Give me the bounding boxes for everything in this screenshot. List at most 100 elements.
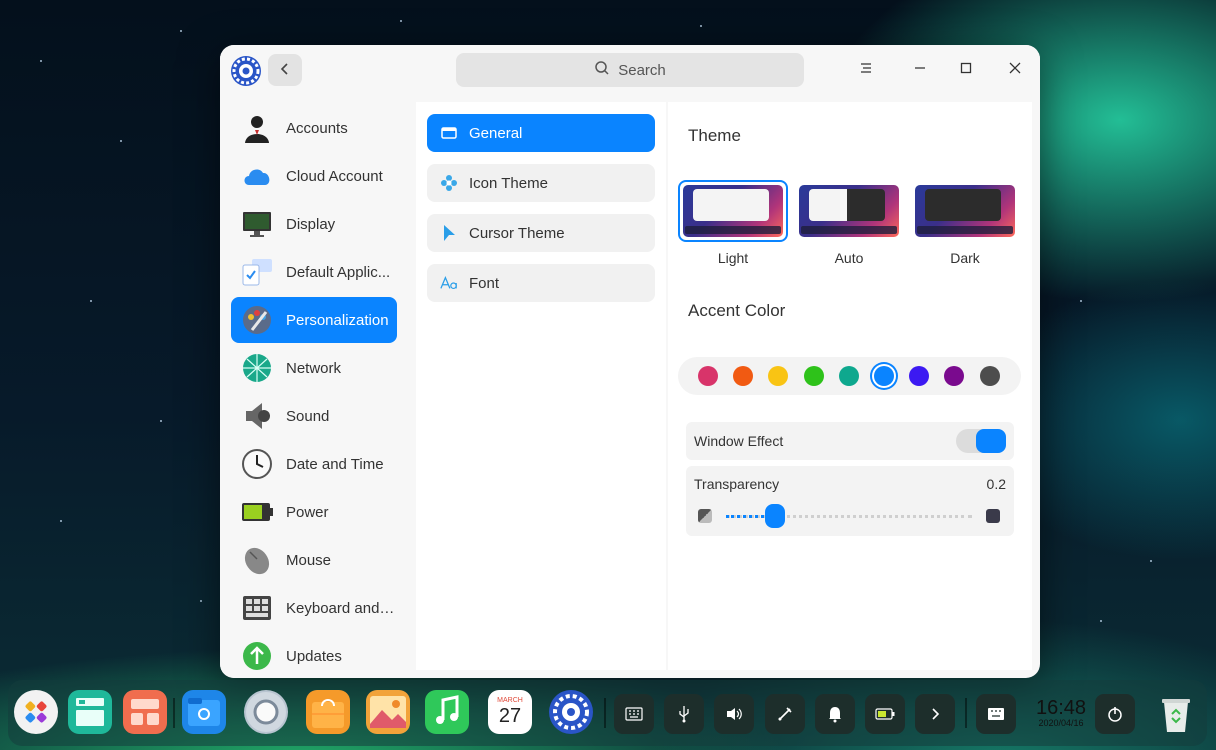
- expand-tray-button[interactable]: [915, 694, 955, 734]
- mouse-icon: [244, 547, 270, 575]
- sidebar-item-label: Power: [286, 503, 329, 521]
- sidebar-item-accounts[interactable]: Accounts: [231, 105, 397, 151]
- network-icon: [243, 354, 271, 382]
- accent-color-swatch[interactable]: [803, 366, 824, 386]
- battery-tray-button[interactable]: [865, 694, 905, 734]
- control-center-button[interactable]: [549, 690, 593, 734]
- browser-button[interactable]: [244, 690, 288, 734]
- sidebar-item-label: Cloud Account: [286, 167, 383, 185]
- input-method-icon: [988, 708, 1004, 720]
- power-button[interactable]: [1095, 694, 1135, 734]
- close-button[interactable]: [1002, 57, 1028, 83]
- onscreen-keyboard-button[interactable]: [614, 694, 654, 734]
- close-icon: [1008, 61, 1022, 80]
- app-store-button[interactable]: [306, 690, 350, 734]
- transparency-high-icon: [986, 509, 1000, 523]
- search-placeholder: Search: [618, 61, 666, 79]
- search-input[interactable]: Search: [456, 53, 804, 87]
- flower-icon: [440, 174, 458, 192]
- window-effect-label: Window Effect: [694, 433, 784, 449]
- theme-option-label: Dark: [950, 250, 980, 266]
- music-note-icon: [436, 695, 459, 724]
- accent-color-swatch[interactable]: [979, 366, 1000, 386]
- trash-icon: [1162, 699, 1190, 732]
- clock-date: 2020/04/16: [1038, 718, 1084, 728]
- accent-color-swatch[interactable]: [768, 366, 789, 386]
- clock-time: 16:48: [1035, 697, 1087, 719]
- tab-general[interactable]: General: [427, 114, 655, 152]
- display-icon: [243, 212, 271, 237]
- dock: MARCH 27 16:48 2020/04/16: [8, 680, 1207, 746]
- sidebar-item-cloud-account[interactable]: Cloud Account: [231, 153, 397, 199]
- calendar-button[interactable]: MARCH 27: [488, 690, 532, 734]
- file-manager-button[interactable]: [182, 690, 226, 734]
- dock-preview: [801, 226, 897, 234]
- menu-button[interactable]: [853, 57, 879, 83]
- accent-color-swatch[interactable]: [944, 366, 965, 386]
- maximize-icon: [959, 61, 973, 80]
- theme-option-light[interactable]: Light: [678, 180, 788, 266]
- wallpaper-preview: [683, 185, 783, 237]
- transparency-slider-handle[interactable]: [765, 504, 786, 528]
- title-bar: Search: [220, 45, 1040, 95]
- tab-font[interactable]: Font: [427, 264, 655, 302]
- theme-option-label: Auto: [834, 250, 864, 266]
- back-button[interactable]: [268, 54, 302, 86]
- sidebar-item-network[interactable]: Network: [231, 345, 397, 391]
- window-effect-toggle[interactable]: [956, 429, 1006, 453]
- sidebar-item-mouse[interactable]: Mouse: [231, 537, 397, 583]
- sidebar-item-keyboard[interactable]: Keyboard and ...: [231, 585, 397, 631]
- accent-color-swatch[interactable]: [909, 366, 930, 386]
- accent-color-swatch[interactable]: [838, 366, 859, 386]
- accent-color-section-title: Accent Color: [688, 301, 786, 320]
- transparency-label: Transparency: [694, 476, 780, 492]
- sidebar-item-display[interactable]: Display: [231, 201, 397, 247]
- keyboard-icon: [243, 596, 271, 620]
- accent-color-swatch[interactable]: [874, 366, 894, 386]
- sidebar-item-label: Personalization: [286, 311, 389, 329]
- power-icon: [1108, 707, 1122, 722]
- tab-icon-theme[interactable]: Icon Theme: [427, 164, 655, 202]
- theme-thumbnail: [794, 180, 904, 242]
- input-method-button[interactable]: [976, 694, 1016, 734]
- update-icon: [243, 642, 271, 670]
- usb-button[interactable]: [664, 694, 704, 734]
- sidebar-item-default-applications[interactable]: Default Applic...: [231, 249, 397, 295]
- tab-cursor-theme[interactable]: Cursor Theme: [427, 214, 655, 252]
- accounts-icon: [245, 116, 269, 143]
- theme-option-dark[interactable]: Dark: [910, 180, 1020, 266]
- sidebar-item-label: Keyboard and ...: [286, 599, 396, 617]
- clock-icon: [242, 449, 272, 479]
- sidebar-item-date-and-time[interactable]: Date and Time: [231, 441, 397, 487]
- photos-button[interactable]: [366, 690, 410, 734]
- sidebar-item-personalization[interactable]: Personalization: [231, 297, 397, 343]
- window-effect-row: Window Effect: [686, 422, 1014, 460]
- theme-option-auto[interactable]: Auto: [794, 180, 904, 266]
- auto-window-preview: [809, 189, 885, 221]
- workspace-button[interactable]: [123, 690, 167, 734]
- sidebar-item-power[interactable]: Power: [231, 489, 397, 535]
- transparency-row: Transparency 0.2: [686, 466, 1014, 536]
- music-button[interactable]: [425, 690, 469, 734]
- sidebar-item-updates[interactable]: Updates: [231, 633, 397, 678]
- screen-capture-button[interactable]: [765, 694, 805, 734]
- chevron-right-icon: [932, 708, 940, 720]
- light-window-preview: [693, 189, 769, 221]
- notification-button[interactable]: [815, 694, 855, 734]
- theme-thumbnail: [910, 180, 1020, 242]
- clock[interactable]: 16:48 2020/04/16: [1030, 698, 1092, 728]
- chevron-left-icon: [279, 60, 291, 81]
- sidebar-item-sound[interactable]: Sound: [231, 393, 397, 439]
- accent-color-swatch[interactable]: [698, 366, 718, 386]
- volume-icon: [727, 708, 742, 720]
- accent-color-swatch[interactable]: [733, 366, 754, 386]
- trash-button[interactable]: [1154, 692, 1198, 736]
- multitask-view-button[interactable]: [68, 690, 112, 734]
- minimize-button[interactable]: [907, 57, 933, 83]
- sidebar-item-label: Mouse: [286, 551, 332, 569]
- personalization-icon: [243, 306, 271, 334]
- volume-button[interactable]: [714, 694, 754, 734]
- maximize-button[interactable]: [953, 57, 979, 83]
- launcher-button[interactable]: [14, 690, 58, 734]
- tab-label: Font: [469, 274, 500, 292]
